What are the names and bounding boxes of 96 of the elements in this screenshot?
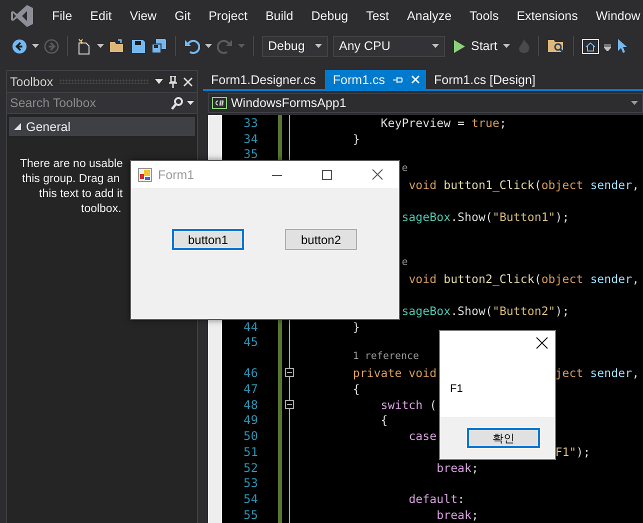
empty-message-line: this text to add it bbox=[39, 187, 123, 202]
line-number: 44 bbox=[244, 320, 258, 334]
code-text: F1"); bbox=[555, 444, 590, 459]
line-number: 54 bbox=[244, 492, 258, 506]
maximize-icon[interactable] bbox=[322, 170, 332, 180]
window-title: Form1 bbox=[158, 168, 196, 182]
undo-icon[interactable] bbox=[184, 38, 200, 54]
caret-icon bbox=[432, 44, 439, 48]
line-number: 35 bbox=[244, 147, 258, 162]
code-text: default: bbox=[408, 492, 465, 506]
code-text: { bbox=[352, 382, 360, 396]
panel-title: Toolbox bbox=[10, 74, 54, 88]
line-number: 47 bbox=[244, 382, 258, 396]
line-number: 49 bbox=[244, 413, 258, 428]
empty-message-line: There are no usable bbox=[20, 157, 123, 172]
save-icon[interactable] bbox=[131, 38, 146, 54]
code-text: sageBox.Show("Button1"); bbox=[402, 210, 570, 224]
caret-icon[interactable] bbox=[205, 44, 212, 48]
form-button[interactable]: button2 bbox=[285, 229, 357, 250]
menu-item[interactable]: Window bbox=[596, 9, 640, 23]
start-button[interactable]: Start bbox=[450, 39, 514, 53]
code-text: sageBox.Show("Button2"); bbox=[402, 304, 570, 318]
collapse-icon[interactable] bbox=[285, 400, 294, 409]
code-text: void button1_Click(object sender, bbox=[408, 178, 640, 192]
caret-icon[interactable] bbox=[631, 101, 638, 105]
code-text: KeyPreview = true; bbox=[380, 116, 506, 130]
code-text: break; bbox=[436, 460, 478, 475]
line-number: 34 bbox=[244, 132, 258, 146]
expanded-icon[interactable] bbox=[14, 123, 21, 130]
code-text: switch ( bbox=[380, 398, 437, 412]
project-dropdown[interactable]: WindowsFormsApp1 bbox=[208, 93, 643, 113]
ok-button[interactable]: 확인 bbox=[467, 428, 540, 448]
line-number: 46 bbox=[244, 366, 258, 380]
search-field[interactable]: Search Toolbox bbox=[7, 92, 197, 114]
code-text: private void bbox=[352, 366, 437, 380]
line-number: 33 bbox=[244, 116, 258, 130]
pin-icon[interactable] bbox=[169, 76, 177, 88]
folder-search-icon[interactable] bbox=[547, 38, 566, 54]
code-text: } bbox=[352, 132, 360, 146]
menu-item[interactable]: File bbox=[52, 9, 72, 23]
form-icon bbox=[138, 168, 152, 182]
line-number: 45 bbox=[244, 335, 258, 350]
search-icon[interactable] bbox=[171, 96, 183, 110]
empty-message-line: this group. Drag an bbox=[22, 172, 120, 187]
collapse-icon[interactable] bbox=[285, 368, 294, 378]
caret-icon[interactable] bbox=[187, 101, 194, 105]
overflow-icon[interactable] bbox=[604, 42, 612, 50]
caret-icon[interactable] bbox=[32, 44, 39, 48]
line-number: 55 bbox=[244, 508, 258, 522]
line-number: 53 bbox=[244, 476, 258, 490]
back-icon[interactable] bbox=[12, 38, 27, 54]
menu-item[interactable]: Tools bbox=[470, 9, 499, 23]
line-number: 51 bbox=[244, 444, 258, 459]
menu-item[interactable]: Analyze bbox=[407, 9, 452, 23]
codelens-text[interactable]: 1 reference bbox=[352, 350, 420, 365]
group-header[interactable]: General bbox=[9, 117, 195, 136]
open-folder-icon[interactable] bbox=[109, 38, 126, 54]
caret-icon[interactable] bbox=[97, 44, 104, 48]
code-text: ject sender, bbox=[555, 366, 640, 380]
menu-item[interactable]: View bbox=[130, 9, 157, 23]
document-tab[interactable]: Form1.cs [Design] bbox=[426, 70, 542, 89]
menu-item[interactable]: Project bbox=[208, 9, 248, 23]
menu-item[interactable]: Git bbox=[174, 9, 191, 23]
platform-dropdown[interactable]: Any CPU bbox=[333, 36, 445, 56]
code-text: } bbox=[352, 320, 360, 334]
close-icon[interactable] bbox=[536, 337, 548, 349]
csharp-file-icon bbox=[212, 97, 227, 109]
empty-message-line: toolbox. bbox=[81, 202, 122, 217]
dropdown-icon[interactable] bbox=[155, 79, 163, 84]
home-icon[interactable] bbox=[582, 38, 600, 54]
logo-icon bbox=[10, 4, 34, 28]
line-number: 50 bbox=[244, 429, 258, 444]
line-number: 52 bbox=[244, 460, 258, 475]
search-input[interactable]: Search Toolbox bbox=[10, 96, 171, 110]
code-text: break; bbox=[436, 508, 478, 522]
document-tab[interactable]: Form1.Designer.cs bbox=[203, 70, 322, 89]
caret-icon bbox=[503, 44, 510, 48]
code-text: { bbox=[380, 413, 388, 428]
codelens-text[interactable]: e bbox=[402, 256, 408, 271]
line-number: 48 bbox=[244, 398, 258, 412]
menu-item[interactable]: Edit bbox=[90, 9, 112, 23]
close-icon[interactable] bbox=[372, 169, 383, 180]
code-text: case bbox=[408, 429, 437, 444]
save-all-icon[interactable] bbox=[151, 38, 167, 54]
configuration-dropdown[interactable]: Debug bbox=[262, 36, 328, 56]
form-button[interactable]: button1 bbox=[172, 229, 244, 250]
caret-icon bbox=[315, 44, 322, 48]
menu-item[interactable]: Test bbox=[366, 9, 390, 23]
message-text: F1 bbox=[450, 383, 464, 397]
menu-item[interactable]: Extensions bbox=[516, 9, 578, 23]
code-text: void button2_Click(object sender, bbox=[408, 272, 640, 286]
menu-item[interactable]: Build bbox=[265, 9, 294, 23]
new-file-icon[interactable] bbox=[76, 38, 92, 54]
menu-item[interactable]: Debug bbox=[311, 9, 348, 23]
codelens-text[interactable]: e bbox=[402, 162, 408, 177]
play-icon bbox=[454, 40, 465, 52]
